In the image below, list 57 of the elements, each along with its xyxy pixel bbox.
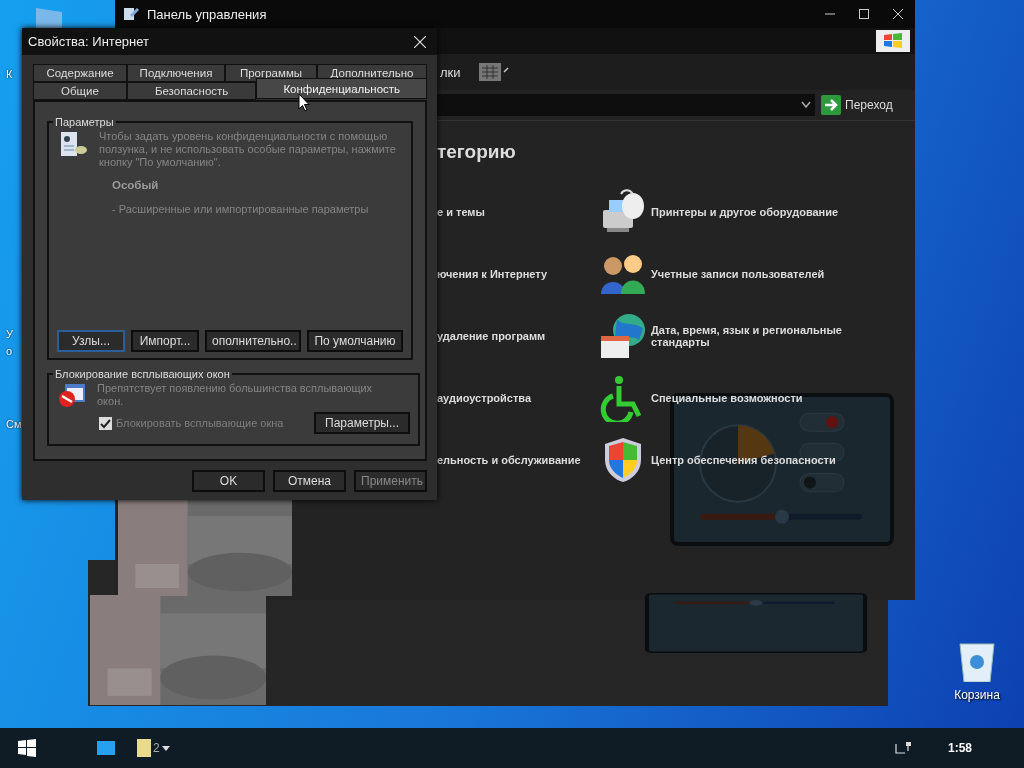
address-field[interactable] (437, 94, 815, 116)
cursor-icon (298, 93, 310, 112)
caret-icon (161, 745, 170, 751)
popup-description: Препятствует появлению большинства всплывающих окон. (97, 382, 374, 408)
category-link[interactable]: Центр обеспечения безопасности (651, 454, 856, 466)
group-label: Блокирование всплывающих окон (54, 368, 231, 380)
settings-button[interactable]: Параметры... (314, 412, 410, 434)
arrow-icon (821, 95, 841, 115)
go-button[interactable]: Переход (821, 95, 893, 115)
display-icon[interactable] (894, 741, 911, 755)
dialog-button[interactable]: OK (192, 470, 265, 492)
tab[interactable]: Конфиденциальность (256, 78, 427, 99)
calendar-globe-icon (599, 312, 647, 360)
close-icon (893, 9, 903, 19)
window-title: Панель управления (147, 6, 267, 22)
control-panel-icon (123, 6, 139, 22)
checkbox[interactable] (99, 416, 112, 430)
category-link[interactable]: ючения к Интернету (437, 268, 595, 280)
privacy-level: Особый (112, 179, 160, 191)
category-link[interactable]: аудиоустройства (437, 392, 595, 404)
tab[interactable]: Общие (33, 82, 127, 100)
category-link[interactable]: Специальные возможности (651, 392, 856, 404)
notepad-taskbar-button[interactable]: 2 (137, 739, 170, 757)
maximize-icon (859, 9, 869, 19)
view-menu-icon[interactable] (478, 63, 509, 81)
privacy-level-detail: - Расширенные или импортированные параметры (112, 203, 370, 215)
dialog-title: Свойства: Интернет (28, 34, 150, 49)
privacy-description: Чтобы задать уровень конфиденциальности с помощью ползунка, и не использовать особые параметры, нажмите кнопку "По умолчанию". (99, 130, 397, 169)
dialog-button[interactable]: По умолчанию (307, 330, 403, 352)
checkbox-label: Блокировать всплывающие окна (116, 417, 285, 429)
recycle-bin-label: Корзина (954, 688, 1000, 702)
recycle-bin-icon[interactable] (958, 640, 996, 682)
group-label: Параметры (54, 116, 115, 128)
category-link[interactable]: Дата, время, язык и региональные стандарты (651, 324, 856, 348)
category-link[interactable]: Учетные записи пользователей (651, 268, 856, 280)
dialog-button[interactable]: Узлы... (57, 330, 125, 352)
category-link[interactable]: Принтеры и другое оборудование (651, 206, 856, 218)
icon-label: К (6, 68, 13, 80)
blocked-window-icon (57, 382, 87, 408)
toolbar-label[interactable]: лки (440, 64, 461, 80)
dialog-button[interactable]: ополнительно.. (205, 330, 301, 352)
category-link[interactable]: е и темы (437, 206, 595, 218)
section-heading: тегорию (437, 141, 516, 162)
tab[interactable]: Подключения (127, 64, 225, 82)
icon-label: См (6, 418, 22, 430)
icon-label: У (6, 328, 13, 340)
tab[interactable]: Содержание (33, 64, 127, 82)
windows-flag-icon (876, 30, 910, 52)
clock[interactable]: 1:58 (947, 741, 972, 755)
category-link[interactable]: ельность и обслуживание (437, 454, 595, 466)
start-button[interactable] (18, 739, 36, 757)
icon-label: о (6, 345, 13, 357)
dialog-button[interactable]: Импорт... (131, 330, 199, 352)
dialog-button[interactable]: Отмена (273, 470, 346, 492)
category-link[interactable]: удаление программ (437, 330, 595, 342)
tab[interactable]: Безопасность (126, 82, 257, 100)
close-icon (414, 35, 426, 48)
